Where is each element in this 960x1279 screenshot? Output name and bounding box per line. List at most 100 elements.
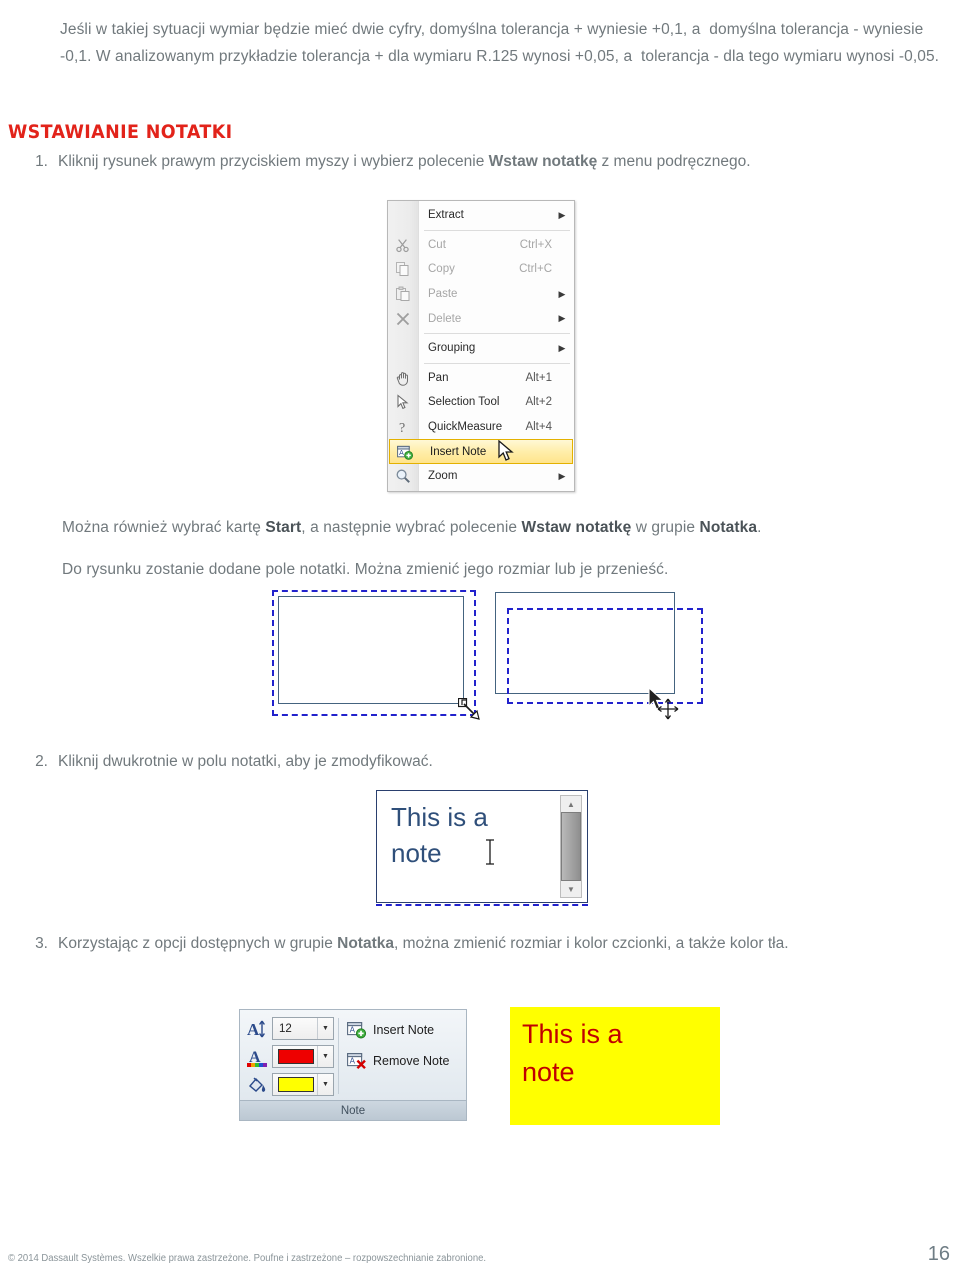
- context-menu-item-label: Extract: [428, 209, 464, 222]
- numbered-item-2-text: Kliknij dwukrotnie w polu notatki, aby j…: [58, 753, 433, 770]
- chevron-down-icon[interactable]: ▼: [317, 1074, 333, 1095]
- note-edit-selection-outline: [376, 901, 588, 906]
- resize-handle-cursor-icon: [458, 698, 480, 720]
- submenu-arrow-icon: ▶: [558, 342, 566, 353]
- font-size-control-row: A 12 ▼: [246, 1016, 336, 1041]
- page-section-heading: WSTAWIANIE NOTATKI: [8, 120, 233, 143]
- font-size-value: 12: [279, 1022, 292, 1035]
- context-menu-item-extract[interactable]: Extract ▶: [388, 203, 574, 228]
- note-result-text: This is a note: [522, 1015, 623, 1091]
- hand-icon: [388, 366, 418, 391]
- paste-icon: [388, 282, 418, 307]
- note-move-illustration: [487, 590, 703, 725]
- context-menu-item-shortcut: Alt+1: [525, 371, 552, 384]
- context-menu-item-label: Pan: [428, 371, 449, 384]
- note-resize-illustration: [272, 590, 487, 725]
- context-menu-separator: [424, 332, 570, 334]
- scrollbar-thumb[interactable]: [561, 812, 581, 881]
- note-result-line-1: This is a: [522, 1019, 623, 1049]
- context-menu-item-grouping[interactable]: Grouping ▶: [388, 336, 574, 361]
- text-ibeam-cursor-icon: [486, 839, 494, 865]
- fill-color-control-row: ▼: [246, 1072, 336, 1097]
- numbered-item-1-number: 1.: [35, 153, 48, 170]
- scissors-icon: [388, 233, 418, 258]
- chevron-down-icon[interactable]: ▼: [317, 1046, 333, 1067]
- font-size-icon: A: [247, 1020, 265, 1039]
- menu-item-no-icon: [388, 336, 418, 361]
- svg-text:A: A: [247, 1020, 260, 1039]
- scroll-up-icon[interactable]: ▲: [561, 796, 581, 812]
- context-menu-item-paste: Paste ▶: [388, 282, 574, 307]
- context-menu-item-label: QuickMeasure: [428, 421, 503, 434]
- svg-text:A: A: [350, 1056, 356, 1065]
- ribbon-note-format-controls: A 12 ▼ A ▼ ▼: [240, 1010, 336, 1102]
- context-menu-item-label: Grouping: [428, 342, 476, 355]
- context-menu-item-pan[interactable]: Pan Alt+1: [388, 366, 574, 391]
- submenu-arrow-icon: ▶: [558, 288, 566, 299]
- numbered-item-1: 1. Kliknij rysunek prawym przyciskiem my…: [28, 148, 948, 175]
- note-edit-line-2: note: [391, 838, 442, 868]
- note-result-preview: This is a note: [510, 1007, 720, 1125]
- numbered-item-3: 3. Korzystając z opcji dostępnych w grup…: [28, 930, 948, 957]
- font-color-combobox[interactable]: ▼: [272, 1045, 334, 1068]
- insert-note-icon: A: [390, 440, 420, 463]
- ribbon-note-action-buttons: A Insert Note A Remove Note: [343, 1010, 466, 1102]
- submenu-arrow-icon: ▶: [558, 470, 566, 481]
- context-menu-item-selection-tool[interactable]: Selection Tool Alt+2: [388, 390, 574, 415]
- scroll-down-icon[interactable]: ▼: [561, 881, 581, 897]
- svg-text:?: ?: [399, 421, 405, 435]
- magnifier-icon: [388, 464, 418, 489]
- note-edit-textbox[interactable]: This is a note ▲ ▼: [376, 790, 588, 903]
- context-menu-item-label: Cut: [428, 238, 446, 251]
- context-menu-item-shortcut: Ctrl+X: [519, 238, 552, 251]
- context-menu-item-shortcut: Alt+4: [525, 421, 552, 434]
- measure-icon: ?: [388, 415, 418, 440]
- fill-color-icon: [249, 1077, 266, 1092]
- ribbon-note-group[interactable]: A 12 ▼ A ▼ ▼ A Insert Note A Remove Note…: [239, 1009, 467, 1121]
- svg-text:A: A: [399, 450, 404, 457]
- submenu-arrow-icon: ▶: [558, 313, 566, 324]
- font-color-icon: A: [247, 1049, 267, 1067]
- remove-note-icon: A: [347, 1053, 366, 1070]
- font-size-combobox[interactable]: 12 ▼: [272, 1017, 334, 1040]
- numbered-item-3-text: Korzystając z opcji dostępnych w grupie …: [58, 935, 789, 952]
- footer-page-number: 16: [927, 1243, 950, 1265]
- context-menu-item-zoom[interactable]: Zoom ▶: [388, 464, 574, 489]
- move-cursor-icon: [648, 686, 679, 720]
- delete-x-icon: [388, 306, 418, 331]
- note-edit-line-1: This is a: [391, 802, 488, 832]
- ribbon-note-group-body: A 12 ▼ A ▼ ▼ A Insert Note A Remove Note: [240, 1010, 466, 1102]
- context-menu-item-label: Zoom: [428, 470, 458, 483]
- fill-color-swatch: [278, 1077, 314, 1092]
- submenu-arrow-icon: ▶: [558, 209, 566, 220]
- context-menu-item-delete: Delete ▶: [388, 306, 574, 331]
- note-result-line-2: note: [522, 1057, 575, 1087]
- ribbon-group-title: Note: [240, 1100, 466, 1120]
- copy-icon: [388, 257, 418, 282]
- font-color-control-row: A ▼: [246, 1044, 336, 1069]
- intro-paragraph: Jeśli w takiej sytuacji wymiar będzie mi…: [60, 20, 940, 65]
- context-menu-item-label: Insert Note: [430, 445, 487, 458]
- context-menu-item-shortcut: Ctrl+C: [519, 263, 552, 276]
- chevron-down-icon[interactable]: ▼: [317, 1018, 333, 1039]
- insert-note-button-label: Insert Note: [373, 1022, 435, 1037]
- note-edit-scrollbar[interactable]: ▲ ▼: [560, 795, 582, 898]
- fill-color-combobox[interactable]: ▼: [272, 1073, 334, 1096]
- mouse-cursor-icon: [498, 440, 514, 461]
- menu-item-no-icon: [388, 203, 418, 228]
- context-menu-item-cut: Cut Ctrl+X: [388, 233, 574, 258]
- remove-note-button-label: Remove Note: [373, 1053, 450, 1068]
- context-menu-item-copy: Copy Ctrl+C: [388, 257, 574, 282]
- context-menu-item-label: Paste: [428, 288, 458, 301]
- note-added-paragraph: Do rysunku zostanie dodane pole notatki.…: [62, 560, 669, 578]
- context-menu-item-quickmeasure[interactable]: ? QuickMeasure Alt+4: [388, 415, 574, 440]
- remove-note-button[interactable]: A Remove Note: [347, 1051, 466, 1070]
- context-menu-item-list: Extract ▶ Cut Ctrl+X Copy Ctrl+C Paste ▶ Delete ▶…: [388, 203, 574, 489]
- context-menu-item-insert-note[interactable]: A Insert Note: [389, 439, 573, 464]
- context-menu-item-label: Delete: [428, 312, 462, 325]
- context-menu[interactable]: Extract ▶ Cut Ctrl+X Copy Ctrl+C Paste ▶ Delete ▶…: [387, 200, 575, 492]
- insert-note-icon: A: [347, 1022, 366, 1039]
- insert-note-button[interactable]: A Insert Note: [347, 1020, 466, 1039]
- numbered-item-3-number: 3.: [35, 935, 48, 952]
- font-color-swatch: [278, 1049, 314, 1064]
